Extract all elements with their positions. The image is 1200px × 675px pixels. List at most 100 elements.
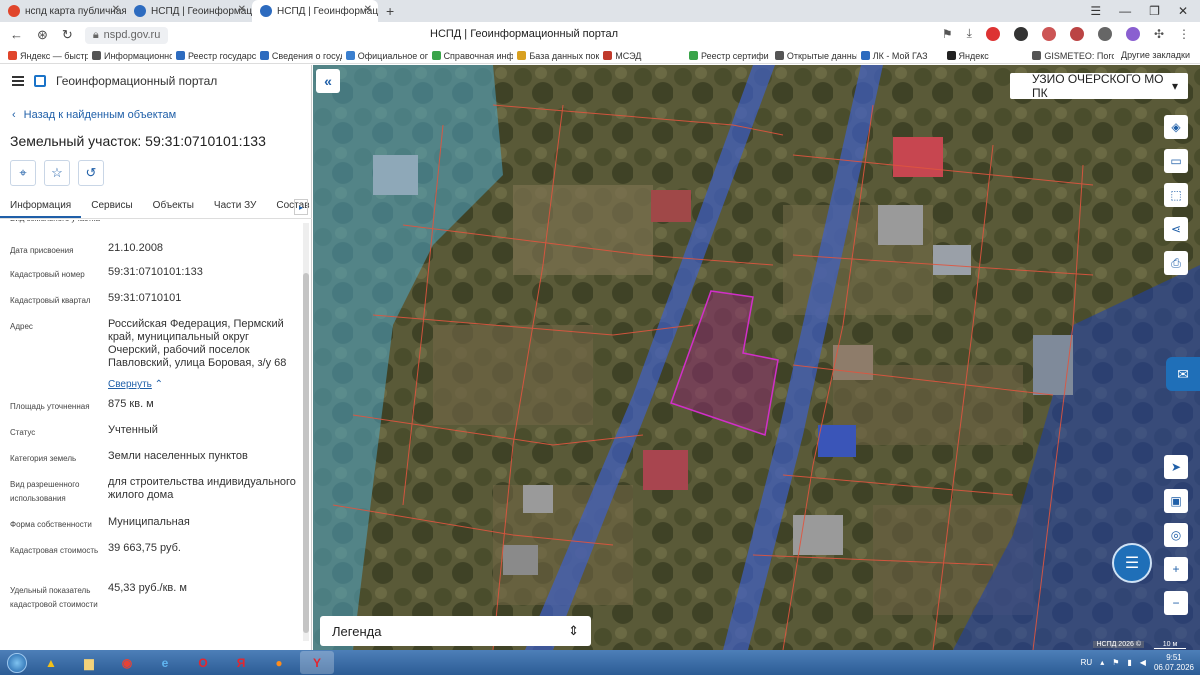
back-arrow-icon[interactable]: ← [10,27,23,43]
browser-tab-3[interactable]: НСПД | Геоинформацио ✕ [252,0,378,22]
bookmark-item[interactable]: Открытые данны [774,51,857,61]
browser-tab-2[interactable]: НСПД | Геоинформацио ✕ [126,0,252,22]
browser-tab-1[interactable]: нспд карта публичная ка ✕ [0,0,126,22]
extension-icon[interactable] [1069,26,1084,41]
bookmark-label: GISMETEO: Погод [1044,50,1115,61]
language-indicator[interactable]: RU [1081,658,1093,667]
map-view[interactable]: « УЗИО ОЧЕРСКОГО МО ПК ▾ ◈ ▭ ⬚ ⋖ ⎙ ✉ ➤ ▣… [313,65,1200,650]
locate-object-icon: ⌖ [19,165,27,180]
bookmark-favicon-icon [345,51,355,60]
tabs-menu-icon[interactable]: ☰ [1090,4,1101,18]
zoom-in-button[interactable]: + [1164,557,1188,581]
warning-triangle-icon: ▲ [45,655,57,670]
bookmark-item[interactable]: Информационно [91,51,172,61]
start-button[interactable] [0,650,34,675]
collapse-panel-button[interactable]: « [316,69,340,93]
panel-tab[interactable]: Сервисы [81,195,142,218]
feedback-button[interactable]: ✉ [1166,357,1200,391]
zoom-out-button[interactable]: − [1164,591,1188,615]
bookmark-item[interactable]: МСЭД [603,51,685,61]
region-select-value: УЗИО ОЧЕРСКОГО МО ПК [1032,72,1164,100]
new-tab-button[interactable]: + [378,3,402,19]
property-value: Муниципальная [108,516,190,528]
panel-tab[interactable]: Состав [266,195,319,218]
minimize-icon[interactable]: — [1119,4,1131,18]
select-area-button[interactable]: ⬚ [1164,183,1188,207]
clock[interactable]: 9:51 06.07.2026 [1154,653,1194,673]
other-bookmarks[interactable]: Другие закладки [1115,50,1190,60]
restore-icon[interactable]: ❐ [1149,4,1160,18]
collapse-address-link[interactable]: Свернуть ⌃ [108,374,163,392]
extension-icon[interactable] [1125,26,1140,41]
extension-icon[interactable] [1097,26,1112,41]
volume-icon[interactable]: ◀ [1140,658,1146,667]
reload-icon[interactable]: ↻ [62,27,73,43]
minimap-button[interactable]: ▣ [1164,489,1188,513]
map-nav-toolbar: ➤ ▣ ◎ + − [1164,455,1188,615]
flag-icon[interactable]: ⚑ [1112,658,1119,667]
bookmark-item[interactable]: Официальное оп [345,51,428,61]
tabs-scroll-right-icon[interactable]: ▸ [294,199,308,215]
minimap-icon: ▣ [1170,494,1182,508]
taskbar-explorer[interactable]: ▆ [72,651,106,674]
bookmark-item[interactable]: ЛК - Мой ГАЗ [860,51,943,61]
menu-icon[interactable] [12,76,24,86]
window-controls: ☰ — ❐ ✕ [1090,0,1200,22]
clock-date: 06.07.2026 [1153,662,1194,672]
tray-arrow-icon[interactable]: ▴ [1100,658,1104,667]
taskbar-yandex-browser[interactable]: Y [300,651,334,674]
taskbar-opera[interactable]: O [186,651,220,674]
taskbar-yandex[interactable]: Я [224,651,258,674]
panel-scrollbar[interactable] [303,223,309,641]
property-key: Удельный показатель кадастровой стоимост… [10,586,98,609]
bookmark-item[interactable]: GISMETEO: Погод [1032,51,1114,61]
menu-dots-icon[interactable]: ⋮ [1178,27,1190,41]
taskbar-firefox[interactable]: ● [262,651,296,674]
close-window-icon[interactable]: ✕ [1178,4,1188,18]
back-link[interactable]: ‹ Назад к найденным объектам [12,109,176,121]
share-button[interactable]: ⋖ [1164,217,1188,241]
close-icon[interactable]: ✕ [112,4,120,15]
taskbar-chrome[interactable]: ◉ [110,651,144,674]
puzzle-icon[interactable]: ✣ [1154,27,1164,41]
extension-icon[interactable] [1041,26,1056,41]
history-button[interactable]: ↺ [78,160,104,186]
favorite-button[interactable]: ☆ [44,160,70,186]
download-icon[interactable]: ⤓ [967,26,972,41]
bookmark-item[interactable]: Яндекс — быстр [8,51,88,61]
bookmark-flag-icon[interactable]: ⚑ [942,27,953,41]
chat-button[interactable]: ☰ [1112,543,1152,583]
close-icon[interactable]: ✕ [364,4,372,15]
extension-icon[interactable] [1013,26,1028,41]
panel-tab[interactable]: Информация [0,195,82,218]
bookmark-item[interactable]: Сведения о госуд [259,51,342,61]
taskbar-ie[interactable]: e [148,651,182,674]
ruler-button[interactable]: ▭ [1164,149,1188,173]
geolocation-button[interactable]: ➤ [1164,455,1188,479]
network-icon[interactable]: ▮ [1127,658,1131,667]
show-on-map-button[interactable]: ⌖ [10,160,36,186]
panel-tab[interactable]: Части ЗУ [204,195,266,218]
adblock-icon[interactable] [985,26,1000,41]
bookmark-favicon-icon [860,51,870,60]
yandex-browser-icon[interactable]: ⊛ [37,27,48,43]
scrollbar-thumb[interactable] [303,273,309,633]
panel-tab[interactable]: Объекты [143,195,204,218]
bookmark-item[interactable]: Яндекс [946,51,1029,61]
bookmark-favicon-icon [431,51,441,60]
print-button[interactable]: ⎙ [1164,251,1188,275]
taskbar-app[interactable]: ▲ [34,651,68,674]
legend-dropdown[interactable]: Легенда ⇕ [320,616,591,646]
layers-button[interactable]: ◈ [1164,115,1188,139]
url-field[interactable]: 🔒︎ nspd.gov.ru [84,26,169,44]
close-icon[interactable]: ✕ [238,4,246,15]
bookmark-item[interactable]: Реестр государс [175,51,256,61]
region-select[interactable]: УЗИО ОЧЕРСКОГО МО ПК ▾ [1010,72,1188,100]
bookmark-item[interactable]: Реестр сертифи [689,51,771,61]
bookmark-item[interactable]: Справочная инф [431,50,514,61]
lock-icon: 🔒︎ [92,28,99,41]
address-bar: ← ⊛ ↻ 🔒︎ nspd.gov.ru НСПД | Геоинформаци… [0,22,1200,48]
location-button[interactable]: ◎ [1164,523,1188,547]
bookmark-label: Справочная инф [443,50,514,61]
bookmark-item[interactable]: База данных пок [517,51,599,61]
